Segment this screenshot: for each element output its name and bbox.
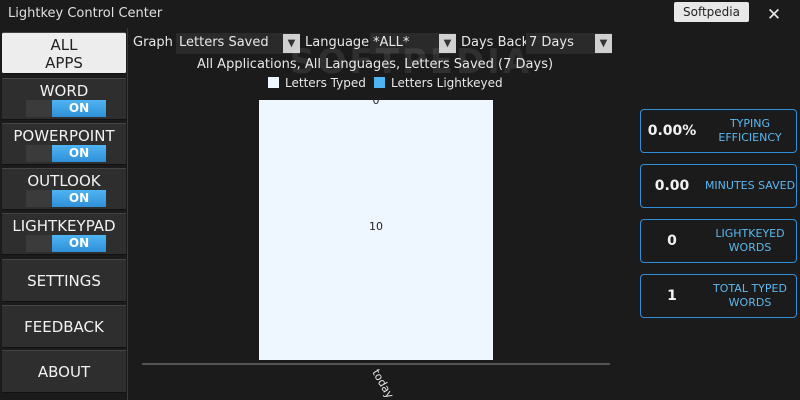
all-apps-label: ALL APPS: [45, 36, 83, 72]
toggle-on-label: ON: [52, 100, 106, 117]
language-select[interactable]: *ALL* ▼: [370, 33, 456, 54]
app-label: WORD: [39, 82, 89, 100]
close-icon[interactable]: ✕: [764, 5, 784, 25]
days-back-select-value: 7 Days: [529, 35, 574, 50]
app-label: LIGHTKEYPAD: [12, 217, 116, 235]
legend-label: Letters Lightkeyed: [391, 76, 503, 90]
chevron-down-icon: ▼: [439, 34, 456, 53]
chart-title: All Applications, All Languages, Letters…: [196, 57, 554, 72]
stat-value: 0: [667, 233, 677, 249]
toggle-on-label: ON: [52, 145, 106, 162]
bar-chart: today 0 10: [142, 94, 610, 400]
stat-value: 0.00%: [647, 123, 697, 139]
powerpoint-toggle[interactable]: ON: [26, 145, 106, 162]
legend-item-typed: Letters Typed: [268, 76, 366, 90]
app-label: POWERPOINT: [13, 127, 115, 145]
sidebar-item-outlook[interactable]: OUTLOOK ON: [2, 168, 126, 210]
chevron-down-icon: ▼: [283, 34, 300, 53]
sidebar-item-powerpoint[interactable]: POWERPOINT ON: [2, 123, 126, 165]
word-toggle[interactable]: ON: [26, 100, 106, 117]
feedback-button[interactable]: FEEDBACK: [2, 305, 126, 348]
sidebar: ALL APPS WORD ON POWERPOINT ON OUTLOOK O…: [0, 28, 128, 400]
graph-select-value: Letters Saved: [179, 35, 269, 50]
legend-item-lightkeyed: Letters Lightkeyed: [374, 76, 503, 90]
softpedia-badge: Softpedia: [674, 2, 749, 22]
lightkeypad-toggle[interactable]: ON: [26, 235, 106, 252]
legend-swatch: [268, 77, 279, 88]
language-select-value: *ALL*: [373, 35, 410, 50]
days-back-label: Days Back: [461, 35, 530, 50]
about-button[interactable]: ABOUT: [2, 350, 126, 393]
stat-label: TYPING EFFICIENCY: [718, 117, 782, 144]
stat-label: TOTAL TYPED WORDS: [713, 282, 787, 309]
toggle-on-label: ON: [52, 190, 106, 207]
stat-lightkeyed-words: 0 LIGHTKEYED WORDS: [640, 219, 797, 263]
data-label: 10: [369, 220, 383, 233]
language-label: Language: [305, 35, 370, 50]
chevron-down-icon: ▼: [595, 34, 612, 53]
data-label: 0: [373, 94, 380, 107]
graph-label: Graph: [133, 35, 173, 50]
sidebar-item-word[interactable]: WORD ON: [2, 78, 126, 120]
window-title: Lightkey Control Center: [8, 6, 163, 21]
graph-select[interactable]: Letters Saved ▼: [176, 33, 300, 54]
stat-minutes-saved: 0.00 MINUTES SAVED: [640, 164, 797, 208]
stat-value: 1: [667, 288, 677, 304]
outlook-toggle[interactable]: ON: [26, 190, 106, 207]
sidebar-item-lightkeypad[interactable]: LIGHTKEYPAD ON: [2, 213, 126, 255]
stat-typing-efficiency: 0.00% TYPING EFFICIENCY: [640, 109, 797, 153]
title-bar: Lightkey Control Center Softpedia ✕: [0, 0, 800, 28]
legend-label: Letters Typed: [285, 76, 366, 90]
legend-swatch: [374, 77, 385, 88]
days-back-select[interactable]: 7 Days ▼: [526, 33, 612, 54]
stat-label: LIGHTKEYED WORDS: [715, 227, 785, 254]
x-tick-label: today: [369, 367, 396, 400]
stat-total-typed-words: 1 TOTAL TYPED WORDS: [640, 274, 797, 318]
stat-value: 0.00: [654, 178, 690, 194]
stat-label: MINUTES SAVED: [704, 179, 796, 192]
toggle-on-label: ON: [52, 235, 106, 252]
app-label: OUTLOOK: [27, 172, 101, 190]
settings-button[interactable]: SETTINGS: [2, 259, 126, 302]
all-apps-button[interactable]: ALL APPS: [2, 32, 126, 74]
